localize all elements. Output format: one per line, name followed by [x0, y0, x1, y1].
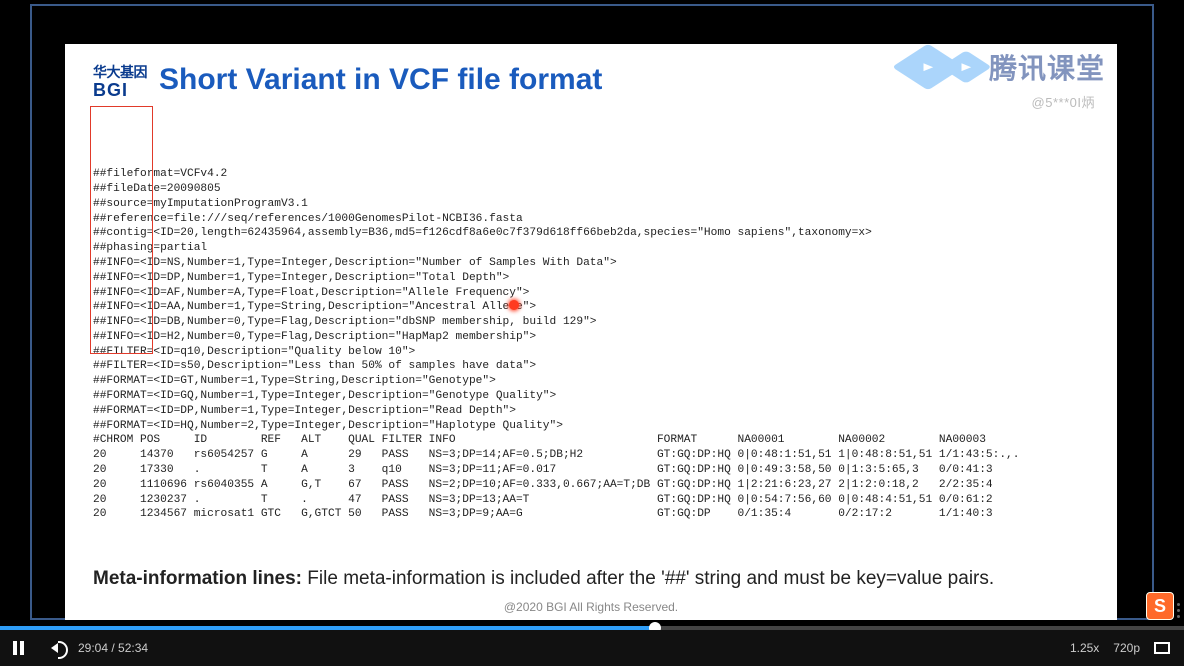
- slide-note: Meta-information lines: File meta-inform…: [93, 566, 1089, 592]
- vcf-code-block: ##fileformat=VCFv4.2 ##fileDate=20090805…: [93, 108, 1089, 551]
- note-bold: Meta-information lines:: [93, 568, 302, 589]
- slide-content: 腾讯课堂 @5***0I炳 华大基因 BGI Short Variant in …: [65, 44, 1117, 620]
- bgi-logo: 华大基因 BGI: [93, 62, 147, 98]
- volume-icon: [51, 643, 58, 653]
- side-menu-icon[interactable]: [1177, 603, 1180, 618]
- slide-footer: @2020 BGI All Rights Reserved.: [65, 600, 1117, 614]
- time-display: 29:04 / 52:34: [78, 641, 148, 655]
- tencent-watermark: 腾讯课堂: [907, 46, 1105, 88]
- player-right-controls: 1.25x 720p: [1070, 630, 1184, 666]
- ime-badge[interactable]: S: [1146, 592, 1174, 620]
- pause-button[interactable]: [0, 630, 36, 666]
- time-separator: /: [108, 641, 118, 655]
- volume-button[interactable]: [36, 630, 72, 666]
- note-text: File meta-information is included after …: [302, 568, 994, 589]
- bgi-logo-cn: 华大基因: [93, 62, 147, 82]
- total-time: 52:34: [118, 641, 148, 655]
- tencent-cube-icon-small: [940, 50, 991, 83]
- video-quality[interactable]: 720p: [1113, 641, 1140, 655]
- pause-icon: [13, 641, 24, 655]
- fullscreen-button[interactable]: [1154, 630, 1170, 666]
- playback-speed[interactable]: 1.25x: [1070, 641, 1099, 655]
- fullscreen-icon: [1154, 642, 1170, 654]
- slide-title: Short Variant in VCF file format: [159, 63, 602, 97]
- current-time: 29:04: [78, 641, 108, 655]
- tencent-brand-text: 腾讯课堂: [989, 47, 1105, 87]
- bgi-logo-en: BGI: [93, 82, 128, 98]
- player-bar: 29:04 / 52:34 1.25x 720p: [0, 630, 1184, 666]
